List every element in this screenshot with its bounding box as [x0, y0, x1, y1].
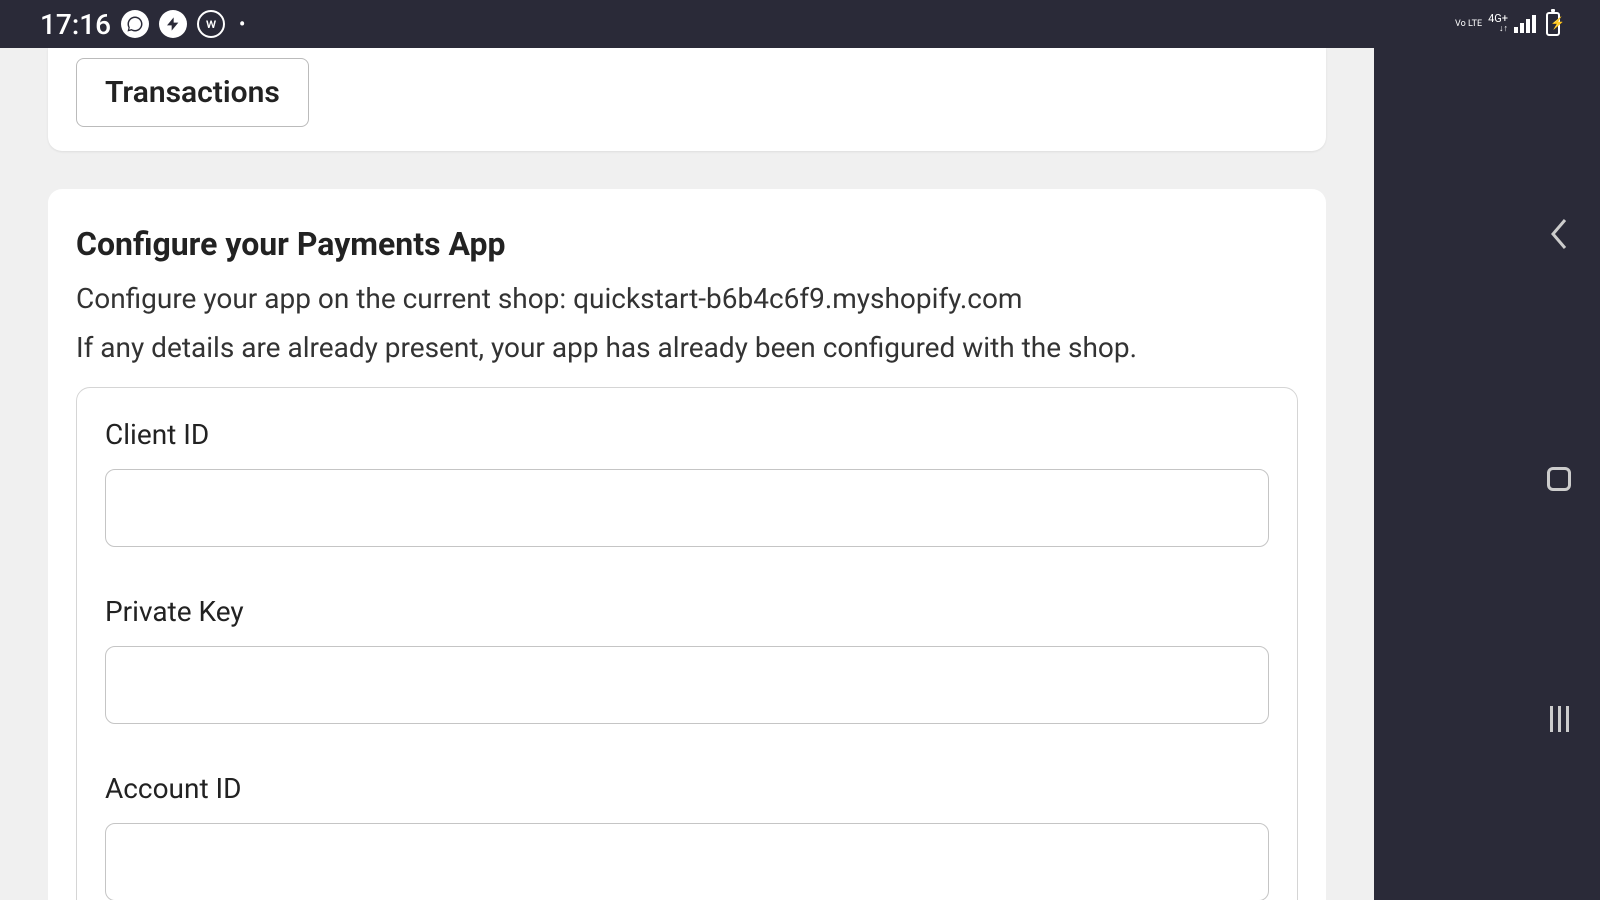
account-id-label: Account ID: [105, 772, 1269, 805]
whatsapp-icon: [121, 10, 149, 38]
status-time: 17:16: [40, 8, 111, 41]
tab-transactions[interactable]: Transactions: [76, 58, 309, 127]
back-button[interactable]: [1549, 216, 1569, 252]
account-id-input[interactable]: [105, 823, 1269, 900]
form-container: Client ID Private Key Account ID: [76, 387, 1298, 900]
status-left: 17:16 w •: [40, 8, 245, 41]
account-id-group: Account ID: [105, 772, 1269, 900]
private-key-group: Private Key: [105, 595, 1269, 724]
network-lte-label: Vo LTE: [1455, 19, 1482, 29]
client-id-group: Client ID: [105, 418, 1269, 547]
config-title: Configure your Payments App: [76, 225, 1298, 263]
config-description-2: If any details are already present, your…: [76, 328, 1298, 367]
android-nav-bar: [1518, 48, 1600, 900]
network-4g-label: 4G+ ↓↑: [1488, 14, 1508, 34]
w-icon: w: [197, 10, 225, 38]
status-right: Vo LTE 4G+ ↓↑ ⚡: [1455, 12, 1560, 36]
signal-icon: [1514, 15, 1536, 33]
config-card: Configure your Payments App Configure yo…: [48, 189, 1326, 900]
private-key-label: Private Key: [105, 595, 1269, 628]
bolt-icon: [159, 10, 187, 38]
client-id-label: Client ID: [105, 418, 1269, 451]
status-bar: 17:16 w • Vo LTE 4G+ ↓↑ ⚡: [0, 0, 1600, 48]
private-key-input[interactable]: [105, 646, 1269, 724]
config-description-1: Configure your app on the current shop: …: [76, 279, 1298, 318]
battery-icon: ⚡: [1546, 12, 1560, 36]
dot-icon: •: [239, 14, 245, 35]
recents-button[interactable]: [1550, 706, 1569, 732]
tabs-card: Transactions: [48, 48, 1326, 151]
client-id-input[interactable]: [105, 469, 1269, 547]
content-area: Transactions Configure your Payments App…: [0, 48, 1374, 900]
home-button[interactable]: [1547, 467, 1571, 491]
